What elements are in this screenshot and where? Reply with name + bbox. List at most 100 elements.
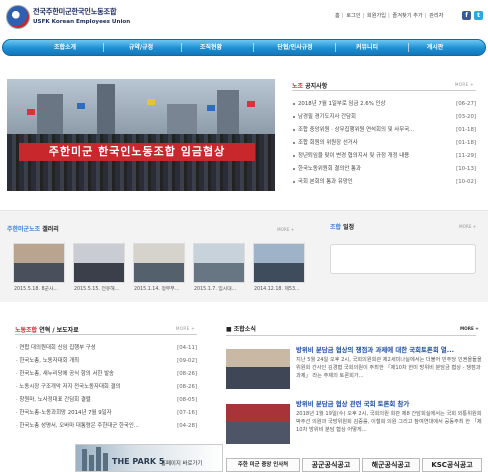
navy-notice-button[interactable]: 해군공식공고 (362, 458, 420, 472)
notice-item-text: 정년퇴임을 맞이 변경 협의지서 및 규정 개정 내용 (298, 153, 410, 159)
press-item[interactable]: · 한국노총, 새누리당에 공식 항의 서한 발송 [08-26] (15, 368, 197, 380)
nav-divider (253, 43, 254, 52)
facebook-icon[interactable]: f (462, 11, 471, 20)
notice-item-date: [11-29] (456, 153, 476, 159)
gallery-thumb[interactable] (133, 243, 185, 283)
press-item-date: [09-02] (177, 358, 197, 364)
news-thumb[interactable] (226, 349, 290, 389)
press-more-link[interactable]: MORE + (176, 326, 195, 331)
nav-divider (335, 43, 336, 52)
notice-title-text: 공지사항 (305, 83, 328, 90)
notice-item[interactable]: 조합 회원의 위원장 선거사 [01-18] (292, 137, 476, 149)
press-item-date: [08-26] (177, 371, 197, 377)
gallery-more-link[interactable]: MORE + (277, 227, 294, 232)
notice-title: 노조 공지사항 (292, 81, 327, 90)
press-item-date: [04-28] (177, 423, 197, 429)
nav-divider (103, 43, 104, 52)
notice-item-date: [03-20] (456, 114, 476, 120)
nav-item-agreements[interactable]: 단협/인사규정 (265, 40, 325, 55)
schedule-more-link[interactable]: MORE + (459, 224, 476, 229)
ksc-notice-button[interactable]: KSC공식공고 (422, 458, 482, 472)
notice-item[interactable]: 조합 중앙위원 · 상무집행위원 연석회의 및 사무국... [01-18] (292, 124, 476, 136)
thumb-bg (134, 244, 184, 263)
thumb-bg (254, 244, 304, 263)
nav-item-organization[interactable]: 조직현황 (188, 40, 234, 55)
bullet-icon (293, 116, 295, 118)
thumb-fg (14, 263, 64, 282)
notice-item-text: 한국노동위원회 결의안 통과 (298, 166, 361, 172)
press-section: 노동조합 연혁 / 보도자료 MORE + · 연합 대의원대회 신임 집행부 … (15, 323, 197, 433)
admin-link[interactable]: 관리자 (429, 13, 443, 19)
hero-flag (147, 99, 155, 105)
airforce-notice-button[interactable]: 공군공식공고 (302, 458, 360, 472)
twitter-icon[interactable]: t (474, 11, 483, 20)
press-item[interactable]: · 한국노총-노동과희망 2014년 7월 9일자 [07-16] (15, 407, 197, 419)
gallery-thumb[interactable] (253, 243, 305, 283)
signup-link[interactable]: 회원가입 (367, 13, 386, 19)
usfk-hr-button[interactable]: 주한 미군 중앙 인사처 (226, 458, 300, 472)
gallery-caption[interactable]: 2015.1.7. 임시대... (194, 285, 252, 292)
schedule-title: 조합 일정 (330, 222, 354, 231)
notice-item-text: 2018년 7월 1일부로 임금 2.6% 인상 (298, 101, 386, 107)
the-park-banner[interactable]: THE PARK 5 홍페이지 바로가기 (75, 444, 223, 472)
gallery-thumb[interactable] (13, 243, 65, 283)
gallery-caption[interactable]: 2015.1.14. 정부부... (134, 285, 192, 292)
tower-graphic (82, 449, 87, 471)
nav-item-community[interactable]: 커뮤니티 (345, 40, 389, 55)
hero-building (97, 84, 115, 134)
hero-banner-text: 주한미군 한국인노동조합 임금협상 (19, 143, 255, 161)
gallery-thumb[interactable] (193, 243, 245, 283)
notice-more-link[interactable]: MORE + (455, 82, 474, 87)
press-item-text: · 한국노총 성명서, 오바마 대통령은 주한대군 한국인... (16, 423, 139, 429)
schedule-title-text: 일정 (343, 224, 355, 231)
home-link[interactable]: 홈 (335, 13, 340, 19)
press-item[interactable]: · 한국노총 성명서, 오바마 대통령은 주한대군 한국인... [04-28] (15, 420, 197, 432)
bullet-icon (293, 155, 295, 157)
notice-item[interactable]: 남경필 경기도지사 간담회 [03-20] (292, 111, 476, 123)
nav-item-about[interactable]: 조합소개 (43, 40, 87, 55)
notice-title-accent: 노조 (292, 83, 304, 90)
nav-item-board[interactable]: 게시판 (415, 40, 455, 55)
press-item[interactable]: · 한국노총, 노동자대회 개최 [09-02] (15, 355, 197, 367)
thumb-fg (254, 263, 304, 282)
thumb-bg (194, 244, 244, 263)
press-item[interactable]: · 창원마, 노사정대표 간담회 결렬 [08-05] (15, 394, 197, 406)
thumb-bg (226, 404, 290, 422)
nav-item-rules[interactable]: 규약/규정 (118, 40, 164, 55)
site-title[interactable]: 전국주한미군한국인노동조합 (33, 7, 117, 17)
notice-item[interactable]: 한국노동위원회 결의안 통과 [10-13] (292, 163, 476, 175)
gallery-title-text: 갤러리 (42, 226, 59, 233)
gallery-caption[interactable]: 2015.5.15. 전유해... (74, 285, 132, 292)
nav-divider (408, 43, 409, 52)
news-item-body: 2018년 1월 19일(수) 오후 2시, 국회의원 회관 제8 간담회실에서… (296, 411, 482, 433)
gallery-thumb[interactable] (73, 243, 125, 283)
ad-tagline: 홍페이지 바로가기 (161, 461, 203, 467)
news-item-title[interactable]: 방위비 분담금 협상 관련 국회 토론회 참가 (296, 399, 480, 408)
notice-item[interactable]: 2018년 7월 1일부로 임금 2.6% 인상 [06-27] (292, 98, 476, 110)
notice-item-text: 남경필 경기도지사 간담회 (298, 114, 356, 120)
press-title-accent: 노동조합 (15, 327, 38, 334)
news-more-link[interactable]: MORE + (460, 326, 479, 331)
news-item-title[interactable]: 방위비 분담금 협상의 쟁점과 과제에 대한 국회토론회 열... (296, 345, 480, 354)
login-link[interactable]: 로그인 (346, 13, 360, 19)
gallery-caption[interactable]: 2014.12.18. 제53... (254, 285, 312, 292)
bookmark-link[interactable]: 즐겨찾기 추가 (392, 13, 422, 19)
thumb-fg (194, 263, 244, 282)
news-thumb[interactable] (226, 404, 290, 444)
thumb-fg (74, 263, 124, 282)
notice-item[interactable]: 국회 본회의 통과 유망인 [10-02] (292, 176, 476, 188)
main-nav: 조합소개 규약/규정 조직현황 단협/인사규정 커뮤니티 게시판 (2, 39, 486, 56)
press-item[interactable]: · 노동시장 구조개악 저지 전국노동자대회 결의 [08-26] (15, 381, 197, 393)
press-item[interactable]: · 연합 대의원대회 신임 집행부 구성 [04-11] (15, 342, 197, 354)
bullet-icon (293, 129, 295, 131)
press-item-text: · 연합 대의원대회 신임 집행부 구성 (16, 345, 96, 351)
hero-flag (77, 103, 85, 109)
hero-photo[interactable]: 주한미군 한국인노동조합 임금협상 (7, 79, 275, 191)
thumb-fg (226, 422, 290, 444)
schedule-box[interactable] (330, 244, 476, 274)
notice-item[interactable]: 정년퇴임을 맞이 변경 협의지서 및 규정 개정 내용 [11-29] (292, 150, 476, 162)
bullet-icon (293, 103, 295, 105)
union-logo-icon[interactable] (6, 5, 30, 29)
thumb-fg (134, 263, 184, 282)
gallery-caption[interactable]: 2015.5.18. 8군사... (14, 285, 72, 292)
